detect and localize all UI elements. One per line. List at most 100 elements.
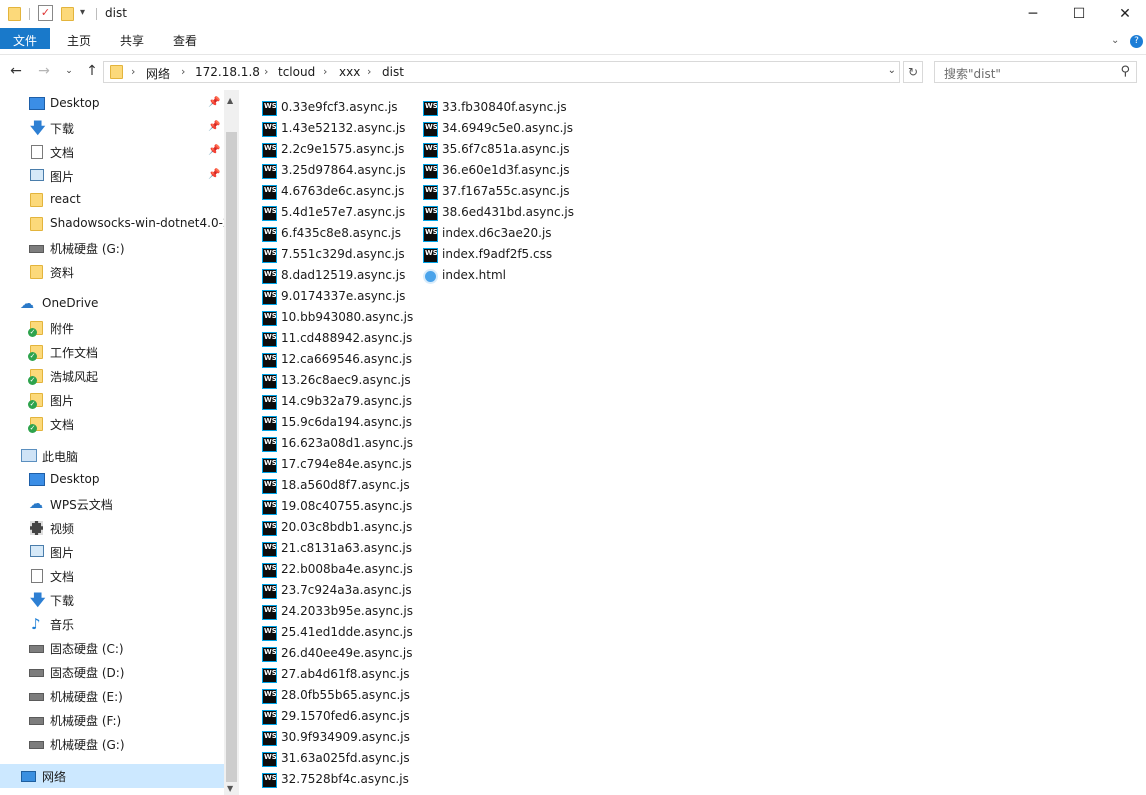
file-item[interactable]: WS index.d6c3ae20.js xyxy=(423,224,578,245)
nav-item-drive-g[interactable]: 机械硬盘 (G:) xyxy=(0,236,224,260)
file-item[interactable]: WS 2.2c9e1575.async.js xyxy=(262,140,417,161)
breadcrumb-separator[interactable]: › xyxy=(367,65,371,78)
nav-item-drive-c[interactable]: 固态硬盘 (C:) xyxy=(0,636,224,660)
scrollbar-thumb[interactable] xyxy=(226,132,237,782)
file-item[interactable]: WS 9.0174337e.async.js xyxy=(262,287,417,308)
file-item[interactable]: WS 16.623a08d1.async.js xyxy=(262,434,417,455)
breadcrumb-separator[interactable]: › xyxy=(264,65,268,78)
nav-item-onedrive-haocheng[interactable]: ✓ 浩城风起 xyxy=(0,364,224,388)
file-item[interactable]: WS 37.f167a55c.async.js xyxy=(423,182,578,203)
file-item[interactable]: index.html xyxy=(423,266,578,287)
file-item[interactable]: WS 36.e60e1d3f.async.js xyxy=(423,161,578,182)
file-item[interactable]: WS 29.1570fed6.async.js xyxy=(262,707,417,728)
file-item[interactable]: WS 35.6f7c851a.async.js xyxy=(423,140,578,161)
file-item[interactable]: WS 1.43e52132.async.js xyxy=(262,119,417,140)
nav-item-onedrive-pictures[interactable]: ✓ 图片 xyxy=(0,388,224,412)
nav-item-documents[interactable]: 文档 📌 xyxy=(0,140,224,164)
breadcrumb-separator[interactable]: › xyxy=(181,65,185,78)
file-item[interactable]: WS 18.a560d8f7.async.js xyxy=(262,476,417,497)
recent-locations-icon[interactable]: ⌄ xyxy=(59,66,79,76)
file-item[interactable]: WS 21.c8131a63.async.js xyxy=(262,539,417,560)
nav-item-music[interactable]: ♪ 音乐 xyxy=(0,612,224,636)
nav-item-materials[interactable]: 资料 xyxy=(0,260,224,284)
file-item[interactable]: WS 7.551c329d.async.js xyxy=(262,245,417,266)
nav-item-pc-documents[interactable]: 文档 xyxy=(0,564,224,588)
tab-share[interactable]: 共享 xyxy=(110,28,154,54)
breadcrumb-xxx[interactable]: xxx xyxy=(339,65,360,79)
file-item[interactable]: WS 22.b008ba4e.async.js xyxy=(262,560,417,581)
tab-home[interactable]: 主页 xyxy=(57,28,101,54)
nav-item-drive-g2[interactable]: 机械硬盘 (G:) xyxy=(0,732,224,756)
file-item[interactable]: WS 28.0fb55b65.async.js xyxy=(262,686,417,707)
forward-button[interactable]: → xyxy=(34,63,54,79)
nav-item-onedrive-work-docs[interactable]: ✓ 工作文档 xyxy=(0,340,224,364)
file-item[interactable]: WS 4.6763de6c.async.js xyxy=(262,182,417,203)
file-item[interactable]: WS 33.fb30840f.async.js xyxy=(423,98,578,119)
nav-item-drive-e[interactable]: 机械硬盘 (E:) xyxy=(0,684,224,708)
file-item[interactable]: WS 34.6949c5e0.async.js xyxy=(423,119,578,140)
file-item[interactable]: WS 30.9f934909.async.js xyxy=(262,728,417,749)
breadcrumb-separator[interactable]: › xyxy=(323,65,327,78)
scroll-up-icon[interactable]: ▲ xyxy=(227,96,233,105)
refresh-button[interactable]: ↻ xyxy=(903,61,923,83)
file-item[interactable]: WS 8.dad12519.async.js xyxy=(262,266,417,287)
file-item[interactable]: WS 0.33e9fcf3.async.js xyxy=(262,98,417,119)
file-item[interactable]: WS 19.08c40755.async.js xyxy=(262,497,417,518)
pin-icon[interactable]: 📌 xyxy=(208,121,220,132)
file-item[interactable]: WS 27.ab4d61f8.async.js xyxy=(262,665,417,686)
nav-item-wps-cloud[interactable]: ☁ WPS云文档 xyxy=(0,492,224,516)
pin-icon[interactable]: 📌 xyxy=(208,145,220,156)
file-item[interactable]: WS 24.2033b95e.async.js xyxy=(262,602,417,623)
file-item[interactable]: WS 31.63a025fd.async.js xyxy=(262,749,417,770)
nav-item-pc-desktop[interactable]: Desktop xyxy=(0,468,224,492)
file-item[interactable]: WS 6.f435c8e8.async.js xyxy=(262,224,417,245)
nav-item-shadowsocks[interactable]: Shadowsocks-win-dotnet4.0-2 xyxy=(0,212,224,236)
nav-item-onedrive[interactable]: ☁ OneDrive xyxy=(0,292,224,316)
minimize-button[interactable]: ─ xyxy=(1010,0,1056,28)
breadcrumb-dist[interactable]: dist xyxy=(382,65,404,79)
file-item[interactable]: WS 10.bb943080.async.js xyxy=(262,308,417,329)
nav-item-network[interactable]: 网络 xyxy=(0,764,224,788)
customize-toolbar-icon[interactable]: ▾ xyxy=(80,7,85,18)
nav-item-this-pc[interactable]: 此电脑 xyxy=(0,444,224,468)
up-button[interactable]: ↑ xyxy=(82,63,102,79)
nav-item-desktop[interactable]: Desktop 📌 xyxy=(0,92,224,116)
file-item[interactable]: WS 17.c794e84e.async.js xyxy=(262,455,417,476)
help-icon[interactable]: ? xyxy=(1130,35,1143,48)
nav-item-onedrive-attachments[interactable]: ✓ 附件 xyxy=(0,316,224,340)
file-item[interactable]: WS 38.6ed431bd.async.js xyxy=(423,203,578,224)
nav-item-videos[interactable]: 视频 xyxy=(0,516,224,540)
breadcrumb-network[interactable]: 网络 xyxy=(146,65,170,82)
new-folder-icon[interactable] xyxy=(61,7,74,21)
file-item[interactable]: WS 20.03c8bdb1.async.js xyxy=(262,518,417,539)
breadcrumb-host[interactable]: 172.18.1.8 xyxy=(195,65,260,79)
nav-item-pc-pictures[interactable]: 图片 xyxy=(0,540,224,564)
pin-icon[interactable]: 📌 xyxy=(208,169,220,180)
properties-icon[interactable]: ✓ xyxy=(38,5,53,21)
file-item[interactable]: WS index.f9adf2f5.css xyxy=(423,245,578,266)
nav-item-drive-f[interactable]: 机械硬盘 (F:) xyxy=(0,708,224,732)
back-button[interactable]: ← xyxy=(6,63,26,79)
file-item[interactable]: WS 26.d40ee49e.async.js xyxy=(262,644,417,665)
file-item[interactable]: WS 11.cd488942.async.js xyxy=(262,329,417,350)
search-input[interactable]: 搜索"dist" ⚲ xyxy=(934,61,1137,83)
nav-item-pc-downloads[interactable]: 🡇 下载 xyxy=(0,588,224,612)
scroll-down-icon[interactable]: ▼ xyxy=(227,784,233,793)
breadcrumb-tcloud[interactable]: tcloud xyxy=(278,65,315,79)
close-button[interactable]: ✕ xyxy=(1102,0,1146,28)
pin-icon[interactable]: 📌 xyxy=(208,97,220,108)
file-item[interactable]: WS 13.26c8aec9.async.js xyxy=(262,371,417,392)
tab-file[interactable]: 文件 xyxy=(0,28,50,49)
address-history-icon[interactable]: ⌄ xyxy=(888,65,896,76)
file-item[interactable]: WS 32.7528bf4c.async.js xyxy=(262,770,417,791)
file-item[interactable]: WS 23.7c924a3a.async.js xyxy=(262,581,417,602)
nav-scrollbar[interactable]: ▲ ▼ xyxy=(224,90,239,795)
nav-item-drive-d[interactable]: 固态硬盘 (D:) xyxy=(0,660,224,684)
nav-item-onedrive-documents[interactable]: ✓ 文档 xyxy=(0,412,224,436)
nav-item-react[interactable]: react xyxy=(0,188,224,212)
file-item[interactable]: WS 12.ca669546.async.js xyxy=(262,350,417,371)
file-item[interactable]: WS 15.9c6da194.async.js xyxy=(262,413,417,434)
address-bar[interactable]: › 网络 › 172.18.1.8 › tcloud › xxx › dist … xyxy=(103,61,900,83)
nav-item-pictures[interactable]: 图片 📌 xyxy=(0,164,224,188)
file-item[interactable]: WS 5.4d1e57e7.async.js xyxy=(262,203,417,224)
